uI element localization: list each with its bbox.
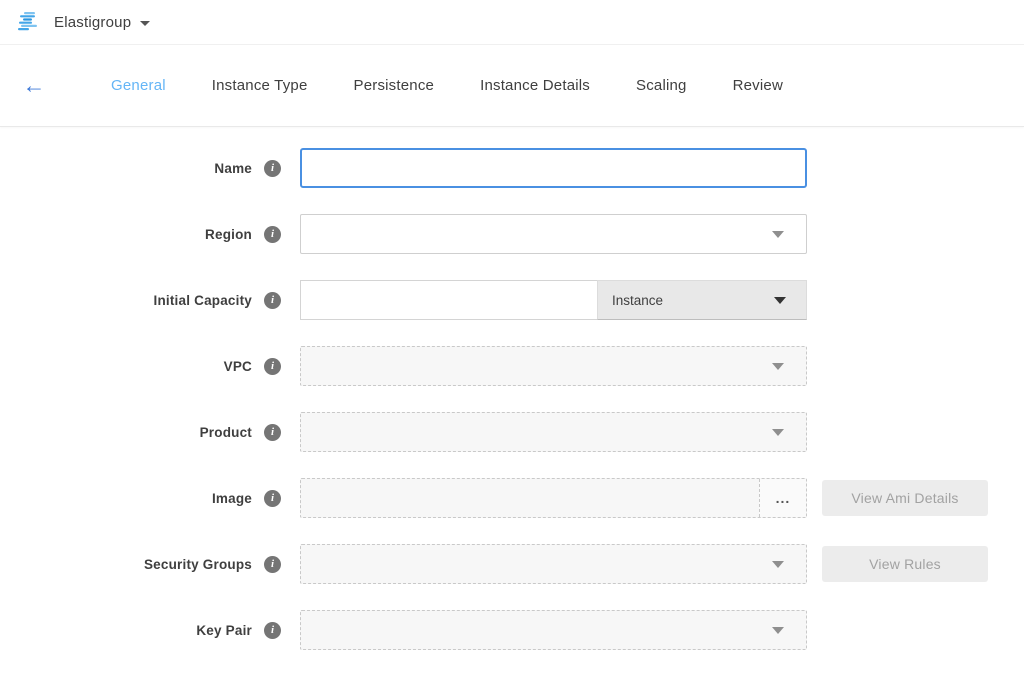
region-info-icon[interactable]: i: [264, 226, 281, 243]
form-row-region: Region i: [0, 214, 1024, 254]
capacity-unit-value: Instance: [612, 293, 663, 308]
product-label: Product: [0, 425, 252, 440]
product-chevron-down-icon: [772, 429, 784, 436]
tab-general[interactable]: General: [111, 67, 166, 104]
tab-instance-type[interactable]: Instance Type: [212, 67, 308, 104]
product-info-icon[interactable]: i: [264, 424, 281, 441]
form-row-security-groups: Security Groups i View Rules: [0, 544, 1024, 584]
image-info-icon[interactable]: i: [264, 490, 281, 507]
vpc-label: VPC: [0, 359, 252, 374]
product-select: [300, 412, 807, 452]
image-browse-button[interactable]: ...: [759, 479, 806, 517]
security-groups-chevron-down-icon: [772, 561, 784, 568]
capacity-unit-chevron-down-icon: [774, 297, 786, 304]
security-groups-label: Security Groups: [0, 557, 252, 572]
vpc-info-icon[interactable]: i: [264, 358, 281, 375]
app-title-chevron-down-icon[interactable]: [140, 21, 150, 26]
app-header: Elastigroup: [0, 0, 1024, 45]
image-select: ...: [300, 478, 807, 518]
elastigroup-logo-icon: [16, 11, 42, 33]
region-label: Region: [0, 227, 252, 242]
capacity-unit-select[interactable]: Instance: [597, 280, 807, 320]
form-row-name: Name i: [0, 148, 1024, 188]
security-groups-select: [300, 544, 807, 584]
region-chevron-down-icon: [772, 231, 784, 238]
general-form: Name i Region i Initial Capacity i Insta…: [0, 127, 1024, 650]
initial-capacity-info-icon[interactable]: i: [264, 292, 281, 309]
tab-instance-details[interactable]: Instance Details: [480, 67, 590, 104]
image-label: Image: [0, 491, 252, 506]
wizard-tabbar: ← General Instance Type Persistence Inst…: [0, 45, 1024, 127]
initial-capacity-label: Initial Capacity: [0, 293, 252, 308]
key-pair-info-icon[interactable]: i: [264, 622, 281, 639]
form-row-vpc: VPC i: [0, 346, 1024, 386]
form-row-initial-capacity: Initial Capacity i Instance: [0, 280, 1024, 320]
form-row-product: Product i: [0, 412, 1024, 452]
form-row-image: Image i ... View Ami Details: [0, 478, 1024, 518]
view-rules-button[interactable]: View Rules: [822, 546, 988, 582]
vpc-select: [300, 346, 807, 386]
name-info-icon[interactable]: i: [264, 160, 281, 177]
wizard-tabs: General Instance Type Persistence Instan…: [88, 67, 806, 104]
view-ami-details-button[interactable]: View Ami Details: [822, 480, 988, 516]
key-pair-label: Key Pair: [0, 623, 252, 638]
initial-capacity-input[interactable]: [300, 280, 597, 320]
name-input[interactable]: [300, 148, 807, 188]
form-row-key-pair: Key Pair i: [0, 610, 1024, 650]
image-select-value: [301, 479, 759, 517]
tab-persistence[interactable]: Persistence: [354, 67, 435, 104]
name-label: Name: [0, 161, 252, 176]
security-groups-info-icon[interactable]: i: [264, 556, 281, 573]
back-arrow-icon[interactable]: ←: [20, 74, 48, 97]
tab-review[interactable]: Review: [733, 67, 783, 104]
tab-scaling[interactable]: Scaling: [636, 67, 687, 104]
app-title: Elastigroup: [54, 14, 131, 31]
vpc-chevron-down-icon: [772, 363, 784, 370]
key-pair-chevron-down-icon: [772, 627, 784, 634]
key-pair-select: [300, 610, 807, 650]
region-select[interactable]: [300, 214, 807, 254]
